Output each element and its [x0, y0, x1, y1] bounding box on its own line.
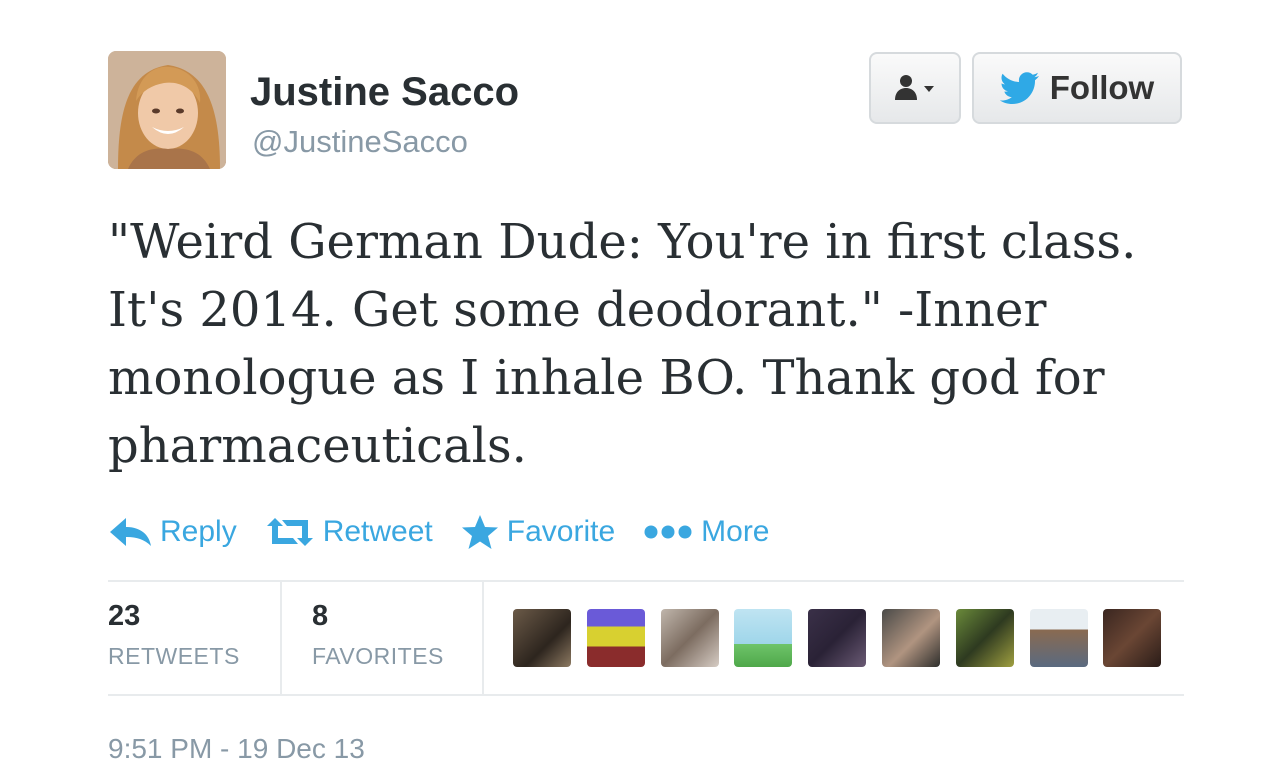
user-handle[interactable]: @JustineSacco: [252, 124, 468, 160]
reply-label: Reply: [160, 515, 237, 548]
profile-photo: [108, 51, 226, 169]
avatar[interactable]: [881, 609, 940, 667]
tweet-card: Justine Sacco @JustineSacco Follow "Weir…: [0, 0, 1286, 772]
retweets-stat[interactable]: 23 RETWEETS: [108, 600, 240, 670]
avatar[interactable]: [1103, 609, 1162, 667]
retweet-icon: [266, 518, 313, 546]
divider: [108, 580, 1184, 582]
avatar[interactable]: [1029, 609, 1088, 667]
divider: [482, 582, 484, 696]
divider: [280, 582, 282, 696]
tweet-actions: Reply Retweet Favorite More: [108, 508, 798, 556]
follow-label: Follow: [1049, 69, 1155, 106]
user-actions-button[interactable]: [869, 52, 961, 124]
tweet-line: It's 2014. Get some deodorant." -Inner: [108, 282, 1047, 338]
retweet-label: Retweet: [322, 515, 433, 548]
favorite-button[interactable]: Favorite: [461, 514, 615, 550]
star-icon: [461, 515, 498, 549]
tweet-line: monologue as I inhale BO. Thank god for: [108, 350, 1105, 406]
retweet-button[interactable]: Retweet: [265, 515, 433, 549]
avatar[interactable]: [108, 51, 226, 169]
more-label: More: [701, 515, 770, 548]
reply-icon: [110, 518, 151, 546]
favorites-label: FAVORITES: [312, 643, 444, 669]
favorites-stat[interactable]: 8 FAVORITES: [312, 600, 444, 670]
more-dots-icon: [644, 525, 692, 539]
tweet-timestamp[interactable]: 9:51 PM - 19 Dec 13: [108, 733, 365, 765]
favoriters-avatars: [513, 609, 1177, 667]
avatar[interactable]: [955, 609, 1014, 667]
follow-button[interactable]: Follow: [972, 52, 1182, 124]
avatar[interactable]: [808, 609, 867, 667]
tweet-text: "Weird German Dude: You're in first clas…: [108, 208, 1208, 480]
retweets-count: 23: [108, 600, 141, 632]
full-name[interactable]: Justine Sacco: [250, 70, 519, 115]
avatar[interactable]: [660, 609, 719, 667]
retweets-label: RETWEETS: [108, 643, 240, 669]
more-button[interactable]: More: [643, 515, 770, 549]
divider: [108, 694, 1184, 696]
avatar[interactable]: [734, 609, 793, 667]
twitter-bird-icon: [999, 72, 1039, 104]
person-dropdown-icon: [895, 75, 934, 100]
favorite-label: Favorite: [506, 515, 616, 548]
reply-button[interactable]: Reply: [108, 515, 237, 549]
tweet-line: "Weird German Dude: You're in first clas…: [108, 214, 1137, 270]
avatar[interactable]: [513, 609, 571, 667]
avatar[interactable]: [586, 609, 645, 667]
favorites-count: 8: [312, 600, 329, 632]
tweet-line: pharmaceuticals.: [108, 418, 527, 474]
